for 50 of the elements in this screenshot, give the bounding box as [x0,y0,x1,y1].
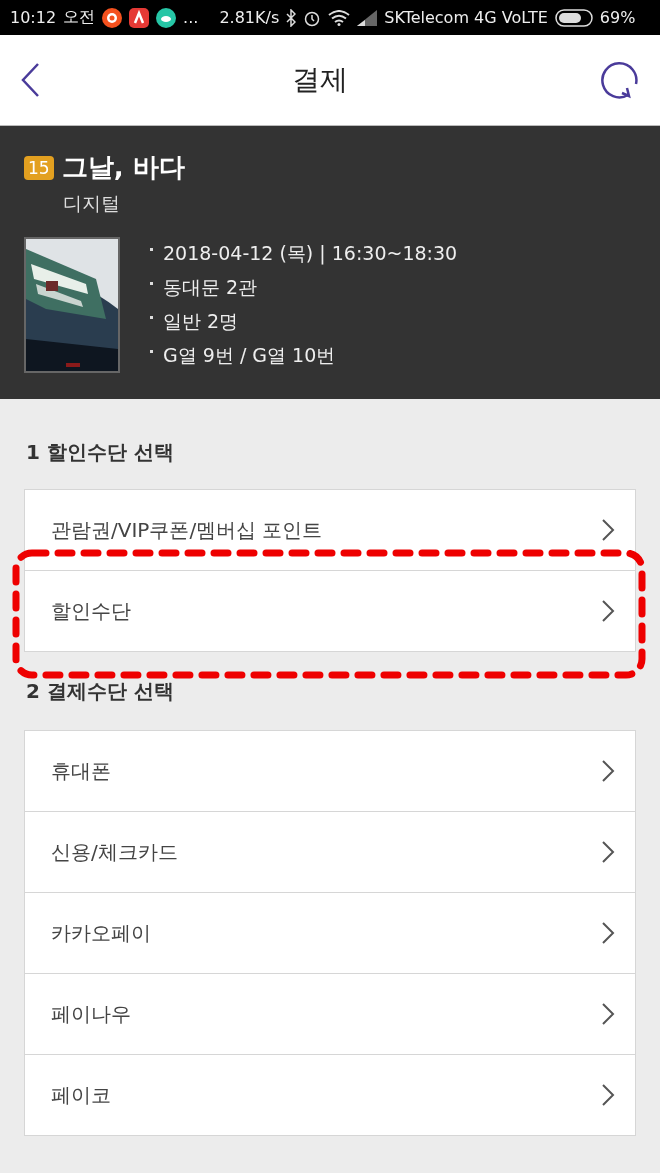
option-label: 관람권/VIP쿠폰/멤버십 포인트 [51,516,323,544]
payment-option[interactable]: 카카오페이 [24,892,636,974]
signal-icon [357,9,378,26]
network-speed: 2.81K/s [219,8,280,27]
carrier-name: SKTelecom 4G VoLTE [384,8,548,27]
chevron-right-icon [601,518,615,542]
status-ampm: 오전 [63,7,96,28]
more-notifications: ... [183,8,199,27]
bullet-icon [150,349,153,353]
battery-icon [554,8,593,27]
option-label: 휴대폰 [51,757,111,785]
chevron-right-icon [601,1083,615,1107]
payment-option[interactable]: 페이나우 [24,973,636,1055]
chevron-right-icon [601,599,615,623]
movie-format: 디지털 [63,191,121,216]
option-label: 신용/체크카드 [51,838,178,866]
section-title: 2 결제수단 선택 [26,678,175,705]
bluetooth-icon [286,8,297,27]
target-app-icon [102,7,123,28]
bullet-icon [150,281,153,285]
payment-option[interactable]: 할인수단 [24,570,636,652]
section-title: 1 할인수단 선택 [26,439,175,466]
booking-detail: G열 9번 / G열 10번 [163,343,336,368]
payment-option[interactable]: 휴대폰 [24,730,636,812]
payment-option[interactable]: 페이코 [24,1054,636,1136]
movie-title: 그날, 바다 [61,151,185,184]
option-label: 할인수단 [51,597,131,625]
chevron-right-icon [601,840,615,864]
wifi-icon [328,9,351,26]
chevron-right-icon [601,921,615,945]
cloud-app-icon [156,7,177,28]
option-label: 페이코 [51,1081,111,1109]
status-time: 10:12 [10,8,57,27]
chevron-right-icon [601,1002,615,1026]
back-icon[interactable] [20,62,40,98]
option-label: 페이나우 [51,1000,131,1028]
page-title: 결제 [292,62,348,98]
option-label: 카카오페이 [51,919,151,947]
refresh-icon[interactable] [600,60,640,100]
battery-percent: 69% [599,8,636,27]
payment-option[interactable]: 관람권/VIP쿠폰/멤버십 포인트 [24,489,636,571]
booking-detail: 2018-04-12 (목) | 16:30~18:30 [163,241,458,267]
app-icon [129,7,150,28]
bullet-icon [150,247,153,251]
booking-detail: 일반 2명 [163,309,239,334]
payment-option[interactable]: 신용/체크카드 [24,811,636,893]
age-rating-badge: 15 [24,155,54,180]
bullet-icon [150,315,153,319]
booking-detail: 동대문 2관 [163,275,258,300]
chevron-right-icon [601,759,615,783]
